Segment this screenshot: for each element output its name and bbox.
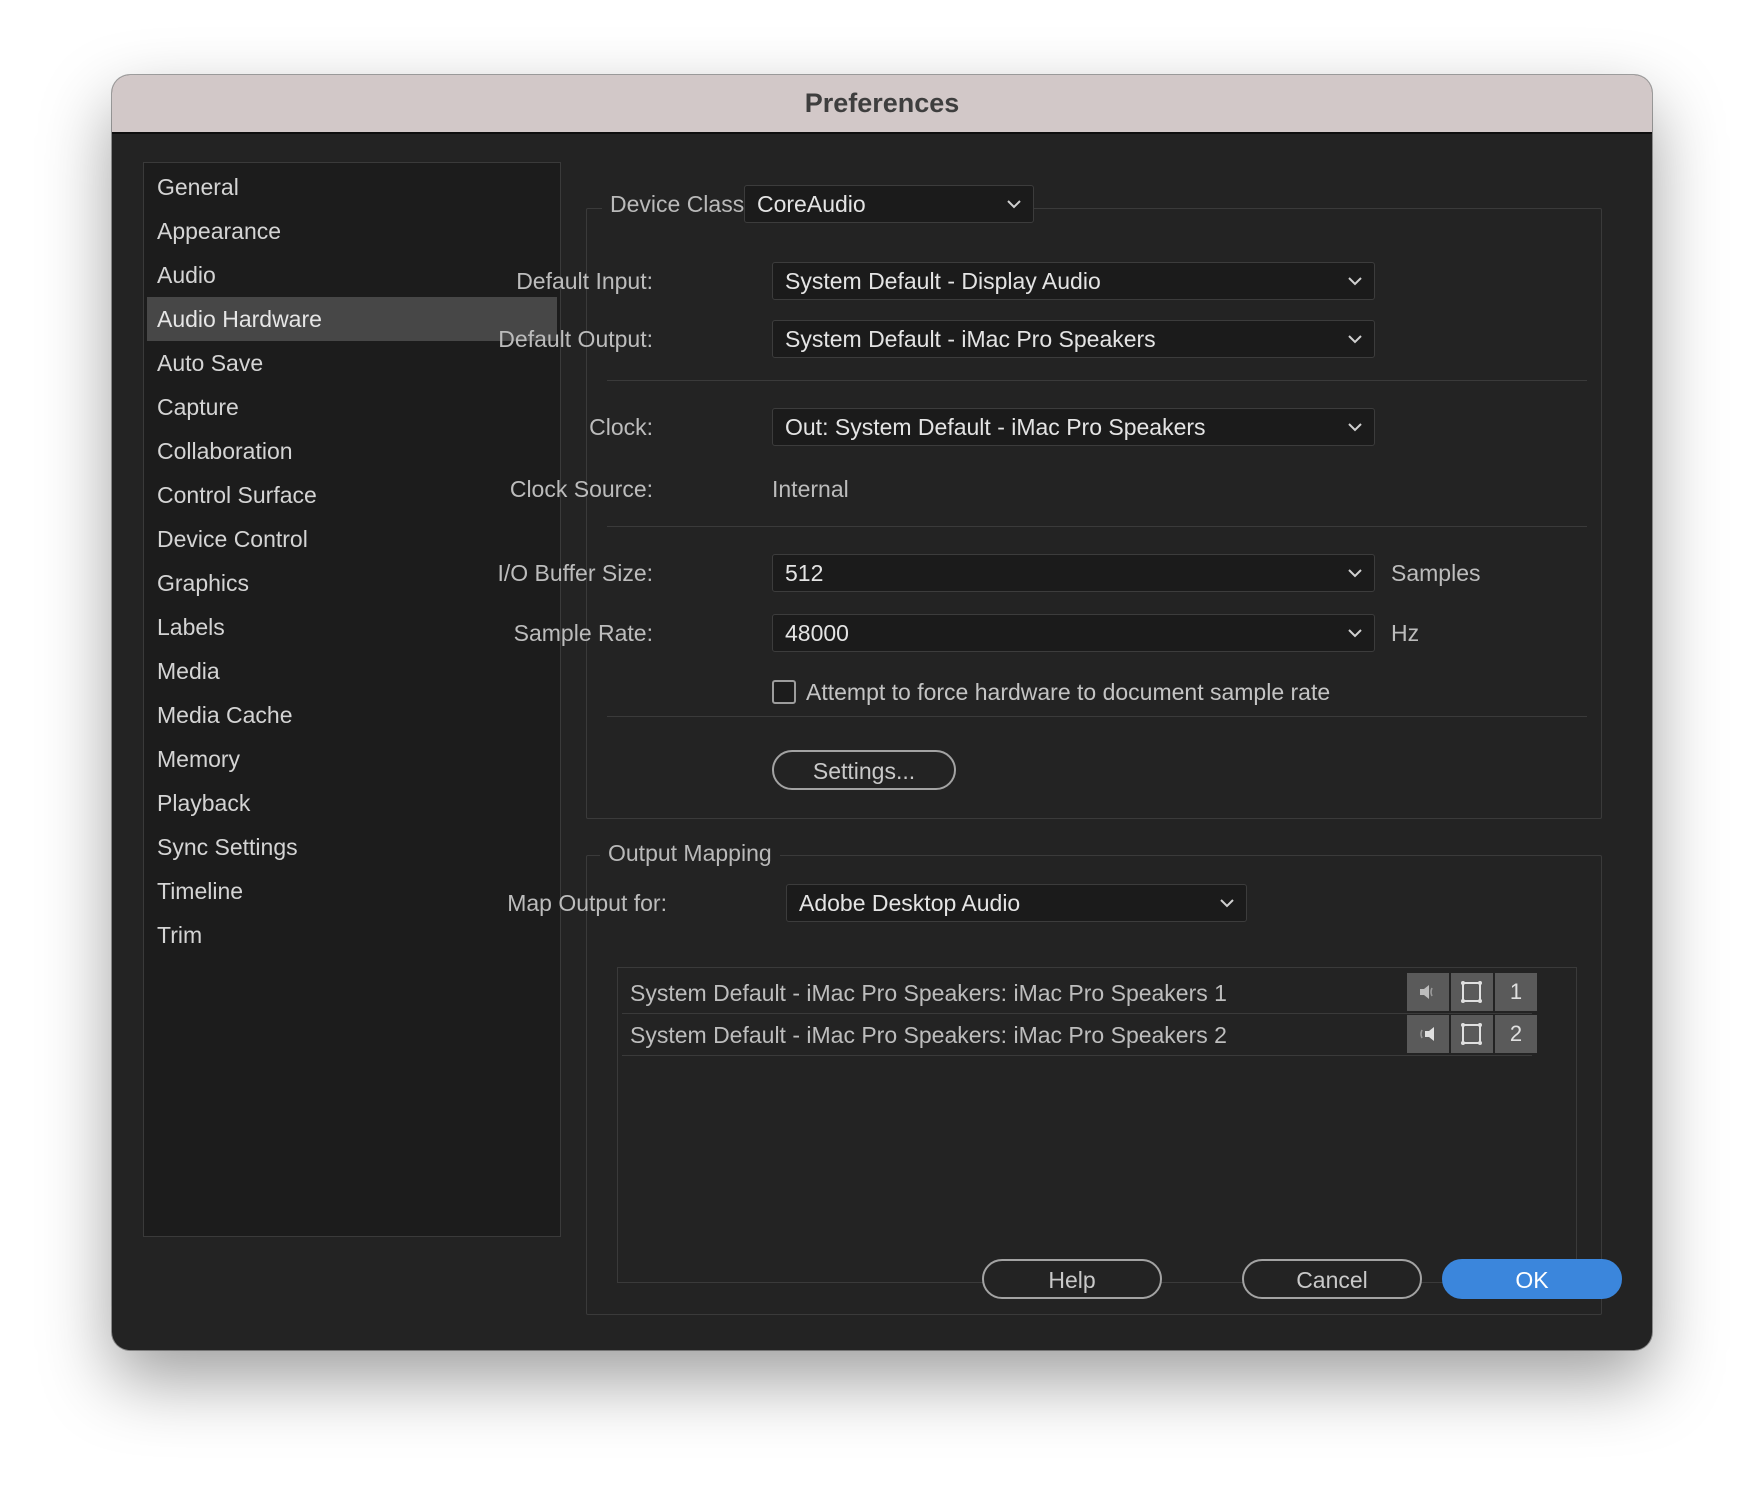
speaker-left-icon[interactable] xyxy=(1407,973,1449,1011)
chevron-down-icon xyxy=(1220,899,1234,908)
mapping-row-label: System Default - iMac Pro Speakers: iMac… xyxy=(630,1022,1227,1048)
chevron-down-icon xyxy=(1348,423,1362,432)
settings-button[interactable]: Settings... xyxy=(772,750,956,790)
default-input-dropdown[interactable]: System Default - Display Audio xyxy=(772,262,1375,300)
force-sample-rate-checkbox[interactable] xyxy=(772,680,796,704)
clock-source-value: Internal xyxy=(772,476,849,502)
sidebar-item-media-cache[interactable]: Media Cache xyxy=(147,693,557,737)
sidebar-item-labels[interactable]: Labels xyxy=(147,605,557,649)
preferences-window: Preferences General Appearance Audio Audio … xyxy=(112,75,1652,1350)
channel-number-label: 2 xyxy=(1509,1021,1523,1046)
default-output-dropdown[interactable]: System Default - iMac Pro Speakers xyxy=(772,320,1375,358)
mapping-row[interactable]: System Default - iMac Pro Speakers: iMac… xyxy=(622,972,1537,1014)
channel-number-label: 1 xyxy=(1509,979,1523,1004)
clock-label: Clock: xyxy=(589,414,653,440)
sidebar-item-audio-hardware[interactable]: Audio Hardware xyxy=(147,297,557,341)
mapping-row[interactable]: System Default - iMac Pro Speakers: iMac… xyxy=(622,1014,1537,1056)
window-title: Preferences xyxy=(804,88,960,118)
clock-source-label: Clock Source: xyxy=(509,476,653,502)
sidebar-item-media[interactable]: Media xyxy=(147,649,557,693)
buffer-size-unit: Samples xyxy=(1391,560,1481,586)
channel-number[interactable]: 1 xyxy=(1495,973,1537,1011)
force-sample-rate-label[interactable]: Attempt to force hardware to document sa… xyxy=(806,679,1330,706)
chevron-down-icon xyxy=(1007,200,1021,209)
ok-button[interactable]: OK xyxy=(1442,1259,1622,1299)
mapping-square-icon[interactable] xyxy=(1451,973,1493,1011)
default-input-value: System Default - Display Audio xyxy=(785,268,1101,294)
sidebar-item-memory[interactable]: Memory xyxy=(147,737,557,781)
buffer-size-label: I/O Buffer Size: xyxy=(497,560,653,586)
output-mapping-title: Output Mapping xyxy=(600,840,780,867)
divider xyxy=(607,716,1587,717)
sidebar-item-appearance[interactable]: Appearance xyxy=(147,209,557,253)
buffer-size-value: 512 xyxy=(785,560,824,586)
sidebar-item-graphics[interactable]: Graphics xyxy=(147,561,557,605)
chevron-down-icon xyxy=(1348,335,1362,344)
divider xyxy=(607,380,1587,381)
default-output-value: System Default - iMac Pro Speakers xyxy=(785,326,1156,352)
sidebar-item-playback[interactable]: Playback xyxy=(147,781,557,825)
speaker-right-icon[interactable] xyxy=(1407,1015,1449,1053)
sidebar-item-sync-settings[interactable]: Sync Settings xyxy=(147,825,557,869)
device-class-value: CoreAudio xyxy=(757,191,866,217)
chevron-down-icon xyxy=(1348,569,1362,578)
clock-dropdown[interactable]: Out: System Default - iMac Pro Speakers xyxy=(772,408,1375,446)
sample-rate-label: Sample Rate: xyxy=(513,620,653,646)
sample-rate-dropdown[interactable]: 48000 xyxy=(772,614,1375,652)
output-mapping-list: System Default - iMac Pro Speakers: iMac… xyxy=(617,967,1577,1283)
divider xyxy=(607,526,1587,527)
chevron-down-icon xyxy=(1348,629,1362,638)
sample-rate-unit: Hz xyxy=(1391,620,1420,646)
map-output-for-dropdown[interactable]: Adobe Desktop Audio xyxy=(786,884,1247,922)
preferences-sidebar: General Appearance Audio Audio Hardware Auto… xyxy=(143,162,561,1237)
channel-number[interactable]: 2 xyxy=(1495,1015,1537,1053)
cancel-button[interactable]: Cancel xyxy=(1242,1259,1422,1299)
mapping-square-icon[interactable] xyxy=(1451,1015,1493,1053)
default-output-label: Default Output: xyxy=(498,326,653,352)
sidebar-item-capture[interactable]: Capture xyxy=(147,385,557,429)
help-button[interactable]: Help xyxy=(982,1259,1162,1299)
clock-value: Out: System Default - iMac Pro Speakers xyxy=(785,414,1206,440)
sidebar-item-timeline[interactable]: Timeline xyxy=(147,869,557,913)
sidebar-item-device-control[interactable]: Device Control xyxy=(147,517,557,561)
sample-rate-value: 48000 xyxy=(785,620,849,646)
chevron-down-icon xyxy=(1348,277,1362,286)
device-class-dropdown[interactable]: CoreAudio xyxy=(744,185,1034,223)
sidebar-item-trim[interactable]: Trim xyxy=(147,913,557,957)
device-class-label: Device Class: xyxy=(602,191,759,218)
title-bar[interactable]: Preferences xyxy=(112,75,1652,134)
sidebar-item-general[interactable]: General xyxy=(147,165,557,209)
mapping-row-label: System Default - iMac Pro Speakers: iMac… xyxy=(630,980,1227,1006)
sidebar-item-collaboration[interactable]: Collaboration xyxy=(147,429,557,473)
sidebar-item-audio[interactable]: Audio xyxy=(147,253,557,297)
map-output-for-value: Adobe Desktop Audio xyxy=(799,890,1021,916)
default-input-label: Default Input: xyxy=(516,268,653,294)
sidebar-item-auto-save[interactable]: Auto Save xyxy=(147,341,557,385)
buffer-size-dropdown[interactable]: 512 xyxy=(772,554,1375,592)
map-output-for-label: Map Output for: xyxy=(507,890,667,916)
sidebar-item-control-surface[interactable]: Control Surface xyxy=(147,473,557,517)
